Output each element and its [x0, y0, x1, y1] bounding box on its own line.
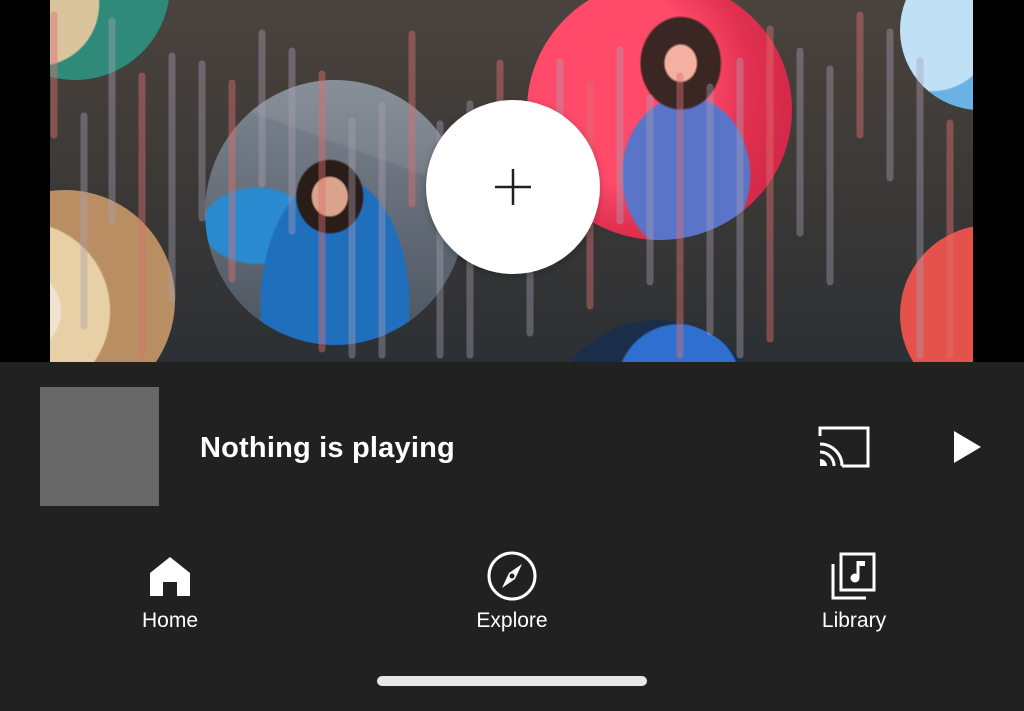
play-button[interactable]	[940, 422, 992, 472]
play-icon	[954, 431, 981, 463]
artist-photo-circle	[900, 0, 973, 110]
artwork-right-margin	[973, 0, 1024, 362]
artist-photo-circle	[900, 225, 973, 362]
mini-player[interactable]: Nothing is playing	[0, 362, 1024, 532]
cast-button[interactable]	[812, 422, 876, 472]
nav-label-home: Home	[141, 609, 199, 632]
plus-icon	[495, 169, 531, 205]
add-button[interactable]	[426, 100, 600, 274]
artist-photo-circle	[50, 0, 170, 80]
track-thumbnail	[40, 387, 159, 506]
artist-photo-circle	[205, 80, 465, 345]
home-indicator-bar	[377, 676, 647, 686]
cast-icon	[818, 426, 870, 468]
nav-item-library[interactable]: Library	[774, 550, 934, 640]
nav-label-library: Library	[821, 609, 887, 632]
compass-icon	[487, 551, 537, 601]
artist-photo-circle	[50, 190, 175, 362]
nav-item-explore[interactable]: Explore	[432, 550, 592, 640]
artist-photo-circle	[547, 320, 767, 362]
now-playing-text: Nothing is playing	[200, 432, 455, 464]
nav-label-explore: Explore	[476, 609, 548, 632]
artwork-left-margin	[0, 0, 50, 362]
nav-item-home[interactable]: Home	[90, 550, 250, 640]
home-icon	[150, 557, 190, 596]
library-music-icon	[831, 552, 876, 600]
